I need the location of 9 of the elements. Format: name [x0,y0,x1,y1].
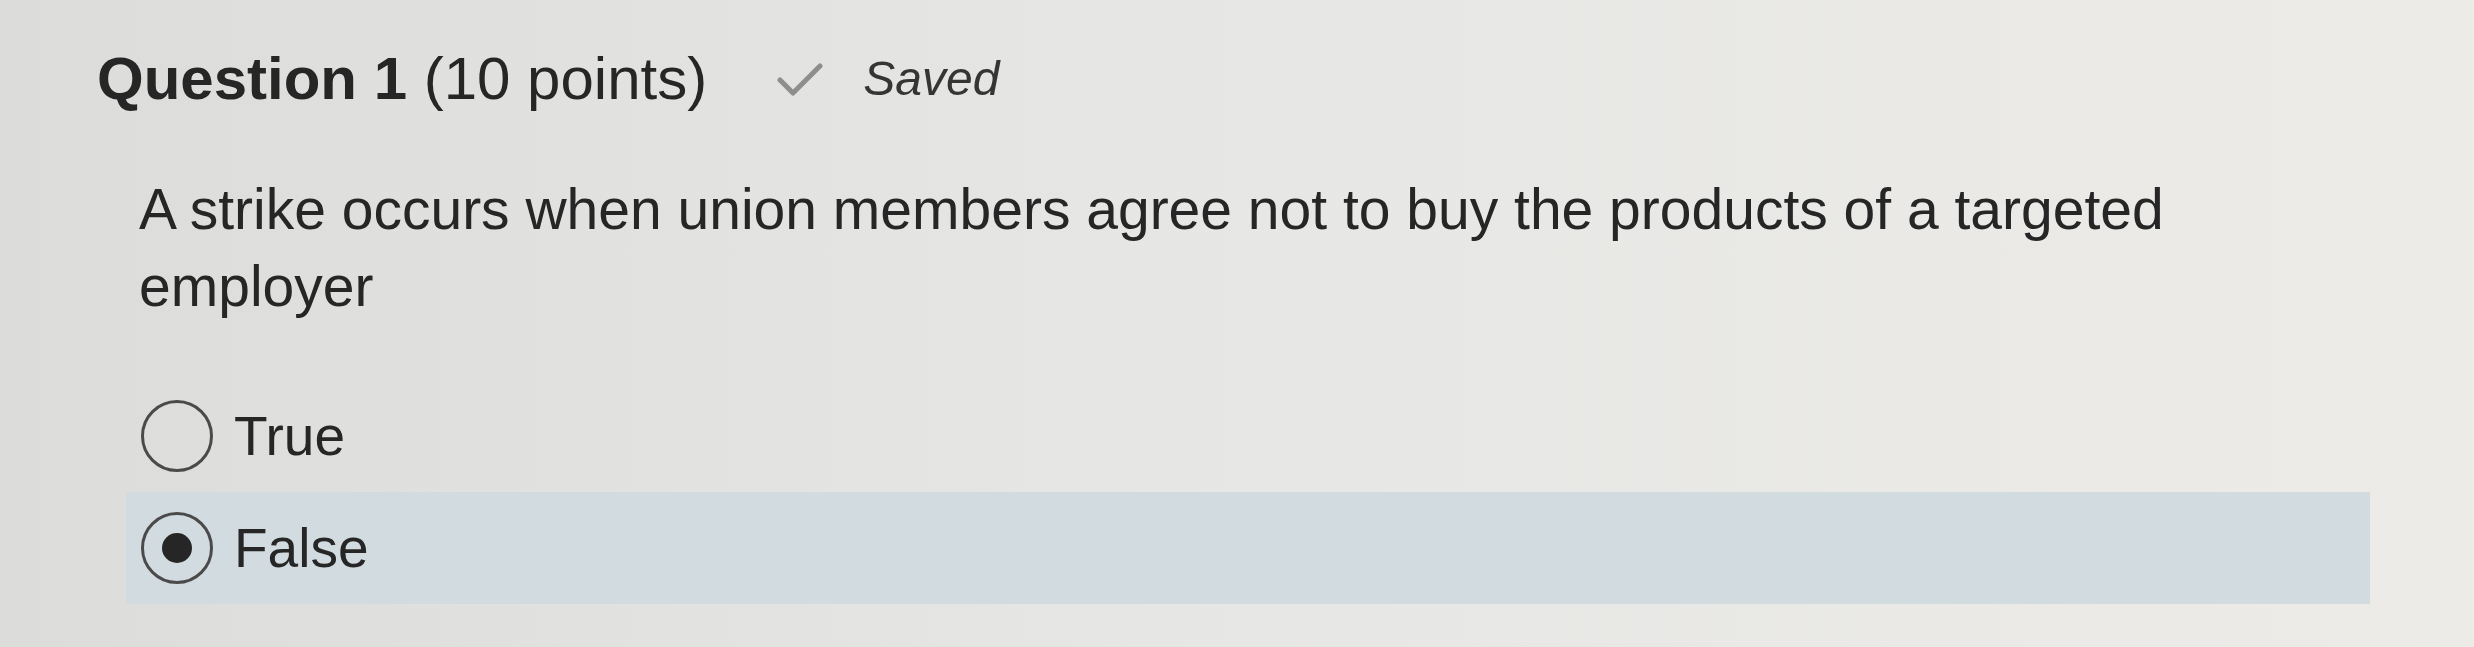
radio-button[interactable] [141,400,213,472]
question-prompt: A strike occurs when union members agree not to buy the products of a targeted employer [139,176,2165,320]
question-heading: Question 1 (10 points) [97,49,708,109]
option-label[interactable]: True [234,408,346,464]
selected-answer-row[interactable]: False [126,492,2370,604]
save-status: Saved [863,55,1000,103]
checkmark-icon [777,62,824,96]
option-label[interactable]: False [234,520,369,576]
radio-button[interactable] [141,512,213,584]
